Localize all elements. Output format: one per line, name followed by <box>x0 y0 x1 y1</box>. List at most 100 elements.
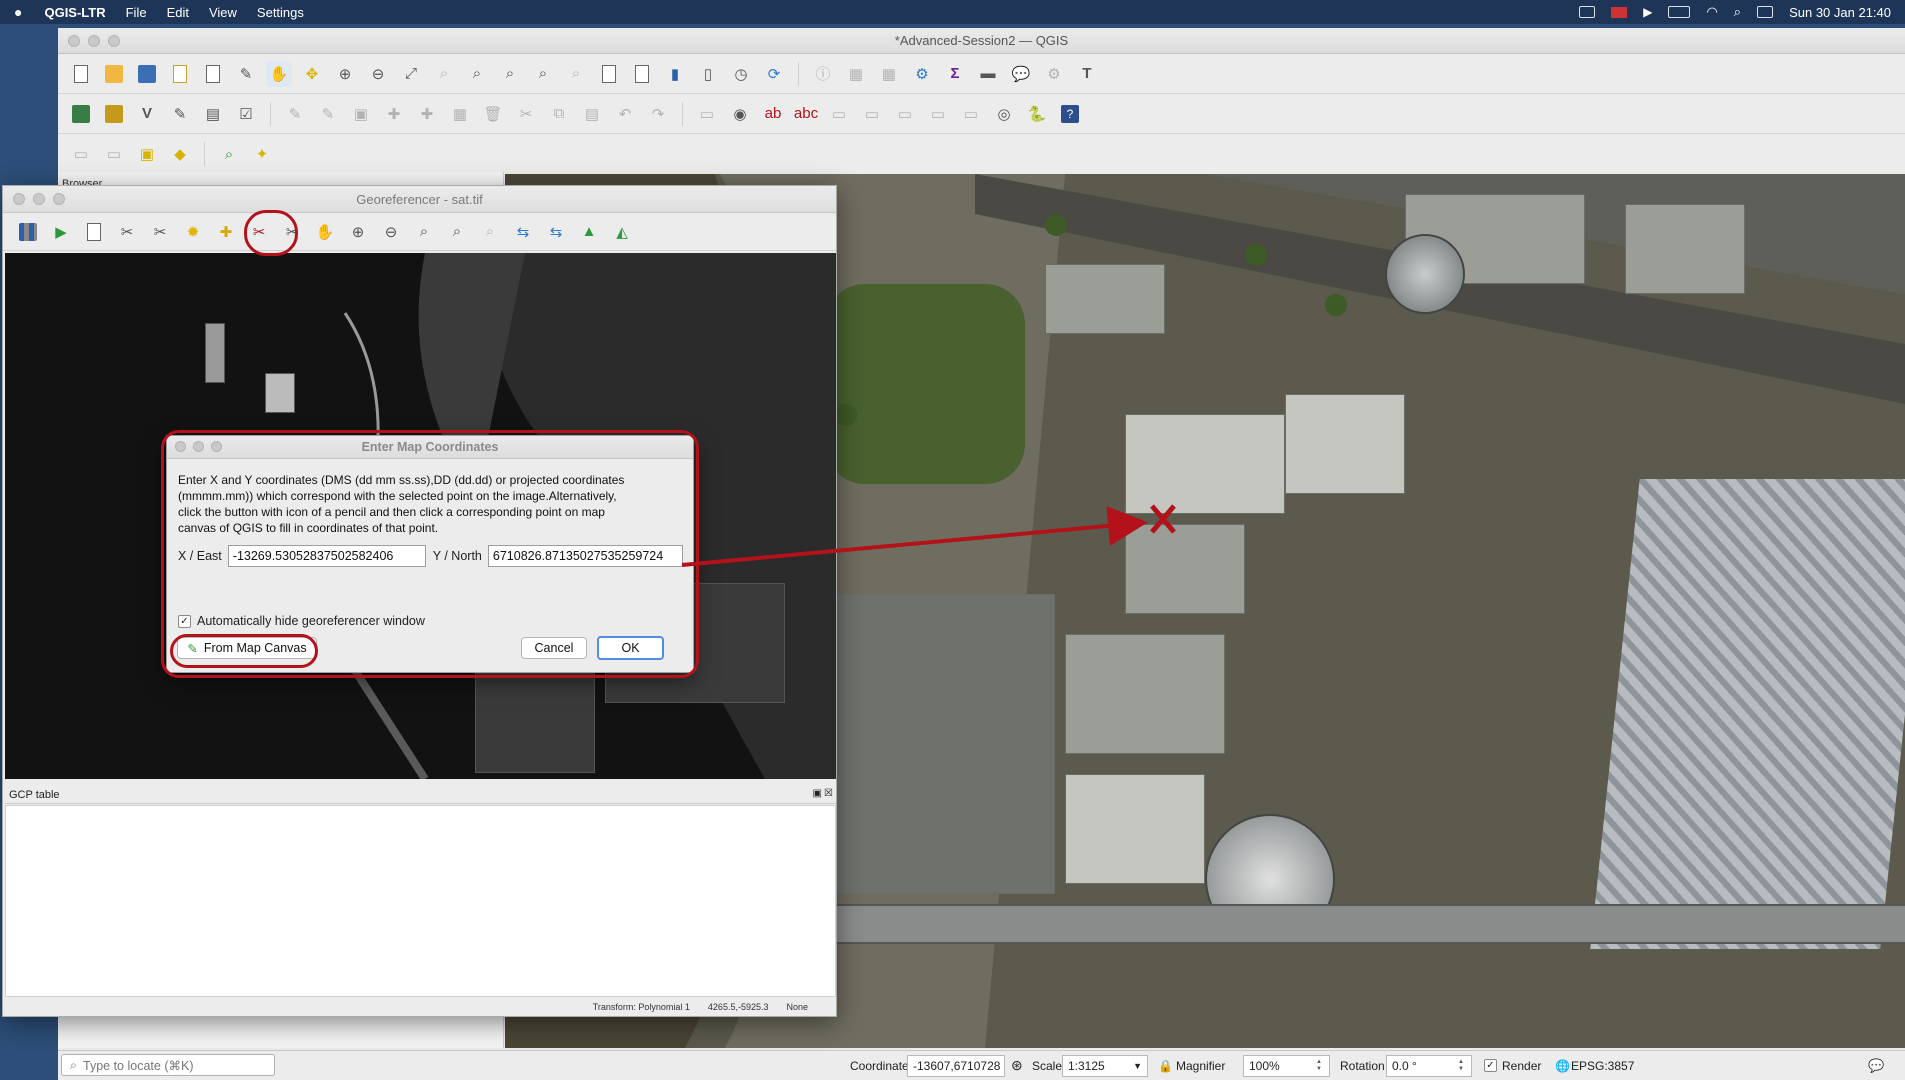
save-project-icon[interactable] <box>134 61 160 87</box>
new-virtual-layer-icon[interactable]: ▤ <box>200 101 226 127</box>
open-raster-icon[interactable] <box>15 219 41 245</box>
render-checkbox[interactable]: ✓ <box>1484 1059 1497 1072</box>
identify-features-icon[interactable]: ⓘ <box>810 61 836 87</box>
zoom-last-icon[interactable]: ⌕ <box>530 61 556 87</box>
zoom-full-icon[interactable]: ⤢ <box>398 61 424 87</box>
text-annotation-icon[interactable]: T <box>1074 61 1100 87</box>
processing-toolbox-icon[interactable]: ⚙ <box>909 61 935 87</box>
zoom-window-button[interactable] <box>53 193 65 205</box>
label-tool-icon[interactable]: ▭ <box>694 101 720 127</box>
locator-search-icon[interactable]: ⌕ <box>216 141 242 167</box>
rotation-spinbox[interactable]: 0.0 ° ▲ ▼ <box>1386 1054 1472 1077</box>
new-shapefile-layer-icon[interactable]: V <box>134 101 160 127</box>
messages-icon[interactable]: 💬 <box>1868 1058 1884 1074</box>
new-geopackage-layer-icon[interactable] <box>101 101 127 127</box>
paste-features-icon[interactable]: ▤ <box>579 101 605 127</box>
cut-features-icon[interactable]: ✂ <box>513 101 539 127</box>
add-feature-icon[interactable]: ✚ <box>381 101 407 127</box>
temporal-controller-icon[interactable]: ◷ <box>728 61 754 87</box>
layout-manager-icon[interactable] <box>200 61 226 87</box>
delete-selected-icon[interactable]: 🗑 <box>480 101 506 127</box>
redo-icon[interactable]: ↷ <box>645 101 671 127</box>
save-gcp-points-icon[interactable]: ✂ <box>147 219 173 245</box>
close-window-button[interactable] <box>13 193 25 205</box>
screen-mirror-icon[interactable] <box>1579 6 1596 18</box>
play-icon[interactable]: ▶ <box>1643 5 1652 19</box>
zoom-next-icon[interactable]: ⌕ <box>477 219 503 245</box>
highlight-pinned-labels-icon[interactable]: abc <box>793 101 819 127</box>
load-gcp-points-icon[interactable]: ✂ <box>114 219 140 245</box>
battery-icon[interactable] <box>1668 6 1691 18</box>
raster-histogram-stretch-icon[interactable]: ▲ <box>576 219 602 245</box>
zoom-next-icon[interactable]: ⌕ <box>563 61 589 87</box>
crs-globe-icon[interactable]: 🌐 <box>1555 1059 1570 1073</box>
new-spatialite-layer-icon[interactable]: ✎ <box>167 101 193 127</box>
current-edits-icon[interactable]: ✎ <box>282 101 308 127</box>
zoom-out-icon[interactable]: ⊖ <box>365 61 391 87</box>
crs-status[interactable]: EPSG:3857 <box>1571 1059 1634 1073</box>
menu-app-name[interactable]: QGIS-LTR <box>44 5 105 20</box>
refresh-icon[interactable]: ⟳ <box>761 61 787 87</box>
map-tips-icon[interactable]: 💬 <box>1008 61 1034 87</box>
spotlight-search-icon[interactable]: ⌕ <box>1734 4 1741 20</box>
full-histogram-stretch-icon[interactable]: ◭ <box>609 219 635 245</box>
new-map-view-icon[interactable] <box>596 61 622 87</box>
menu-file[interactable]: File <box>126 5 147 20</box>
vertex-tool-icon[interactable]: ✚ <box>414 101 440 127</box>
coordinate-field[interactable]: -13607,6710728 <box>907 1054 1005 1077</box>
gcp-table[interactable] <box>5 805 836 997</box>
flag-icon[interactable] <box>1611 6 1628 18</box>
link-qgis-to-georeferencer-icon[interactable]: ⇆ <box>543 219 569 245</box>
show-bookmarks-icon[interactable]: ▯ <box>695 61 721 87</box>
menu-view[interactable]: View <box>209 5 237 20</box>
pin-labels-icon[interactable]: ▭ <box>826 101 852 127</box>
zoom-to-selection-icon[interactable]: ⌕ <box>431 61 457 87</box>
add-point-icon[interactable]: ✚ <box>213 219 239 245</box>
menubar-clock[interactable]: Sun 30 Jan 21:40 <box>1789 5 1891 20</box>
float-panel-icon[interactable]: ▣ <box>813 788 822 799</box>
open-attribute-table-icon[interactable]: ▦ <box>843 61 869 87</box>
toggle-extents-icon[interactable]: ⊛ <box>1011 1057 1023 1074</box>
control-center-icon[interactable] <box>1757 6 1774 18</box>
wifi-icon[interactable]: ◠ <box>1706 4 1717 20</box>
zoom-native-icon[interactable]: ⌕ <box>497 61 523 87</box>
copy-features-icon[interactable]: ⧉ <box>546 101 572 127</box>
show-hide-labels-icon[interactable]: ▭ <box>859 101 885 127</box>
select-features-icon[interactable]: ▭ <box>68 141 94 167</box>
measure-line-icon[interactable]: ▬ <box>975 61 1001 87</box>
new-print-layout-icon[interactable] <box>167 61 193 87</box>
menu-settings[interactable]: Settings <box>257 5 304 20</box>
zoom-to-layer-icon[interactable]: ⌕ <box>464 61 490 87</box>
apple-icon[interactable]: ● <box>14 4 22 20</box>
data-source-manager-icon[interactable] <box>68 101 94 127</box>
python-console-icon[interactable]: 🐍 <box>1024 101 1050 127</box>
modify-attributes-icon[interactable]: ▦ <box>447 101 473 127</box>
new-3d-map-icon[interactable] <box>629 61 655 87</box>
scale-combobox[interactable]: 1:3125 ▼ <box>1062 1054 1148 1077</box>
close-window-button[interactable] <box>68 35 80 47</box>
layer-labeling-icon[interactable]: ◉ <box>727 101 753 127</box>
open-project-icon[interactable] <box>101 61 127 87</box>
magnifier-spinbox[interactable]: 100% ▲ ▼ <box>1243 1054 1330 1077</box>
close-panel-icon[interactable]: ☒ <box>824 788 833 799</box>
zoom-out-icon[interactable]: ⊖ <box>378 219 404 245</box>
new-bookmark-icon[interactable]: ▮ <box>662 61 688 87</box>
pan-to-selection-icon[interactable]: ✥ <box>299 61 325 87</box>
start-georeferencing-icon[interactable]: ▶ <box>48 219 74 245</box>
new-project-icon[interactable] <box>68 61 94 87</box>
toggle-editing-icon[interactable]: ✎ <box>315 101 341 127</box>
generate-gdal-script-icon[interactable] <box>81 219 107 245</box>
zoom-in-icon[interactable]: ⊕ <box>332 61 358 87</box>
lock-scale-icon[interactable]: 🔒 <box>1158 1059 1173 1073</box>
undo-icon[interactable]: ↶ <box>612 101 638 127</box>
link-georeferencer-to-qgis-icon[interactable]: ⇆ <box>510 219 536 245</box>
minimize-window-button[interactable] <box>33 193 45 205</box>
field-calculator-icon[interactable]: ▦ <box>876 61 902 87</box>
deselect-all-icon[interactable]: ▣ <box>134 141 160 167</box>
select-by-expression-icon[interactable]: ◆ <box>167 141 193 167</box>
zoom-in-icon[interactable]: ⊕ <box>345 219 371 245</box>
zoom-window-button[interactable] <box>108 35 120 47</box>
pan-icon[interactable]: ✋ <box>312 219 338 245</box>
new-temporary-layer-icon[interactable]: ☑ <box>233 101 259 127</box>
menu-edit[interactable]: Edit <box>167 5 189 20</box>
